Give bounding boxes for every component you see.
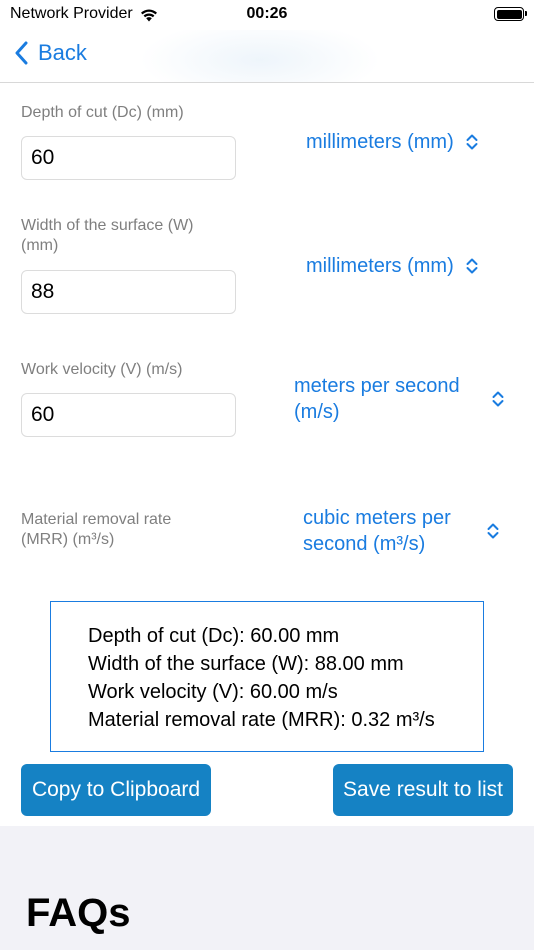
back-label: Back [38, 40, 87, 65]
status-time: 00:26 [246, 5, 288, 22]
back-button[interactable]: Back [14, 40, 87, 66]
chevron-up-down-icon [466, 134, 478, 150]
result-work-velocity: Work velocity (V): 60.00 m/s [88, 681, 338, 703]
mrr-label: Material removal rate (MRR) (m³/s) [21, 511, 172, 548]
navigation-bar: Back [0, 30, 534, 83]
result-mrr: Material removal rate (MRR): 0.32 m³/s [88, 709, 435, 731]
work-velocity-input[interactable] [21, 393, 236, 437]
mrr-unit: cubic meters per second (m³/s) [303, 507, 451, 555]
chevron-up-down-icon [466, 258, 478, 274]
surface-width-label: Width of the surface (W) (mm) [21, 217, 194, 254]
faq-title: FAQs [26, 891, 131, 935]
surface-width-unit: millimeters (mm) [306, 255, 454, 277]
depth-of-cut-unit: millimeters (mm) [306, 131, 454, 153]
result-depth-of-cut: Depth of cut (Dc): 60.00 mm [88, 625, 340, 647]
save-result-button[interactable]: Save result to list [333, 764, 513, 816]
result-surface-width: Width of the surface (W): 88.00 mm [88, 653, 404, 675]
faq-section: FAQs [0, 826, 534, 950]
depth-of-cut-unit-select[interactable]: millimeters (mm) [306, 129, 478, 155]
mrr-unit-select[interactable]: cubic meters per second (m³/s) [303, 505, 499, 557]
battery-icon [494, 7, 527, 21]
work-velocity-unit-select[interactable]: meters per second (m/s) [294, 373, 504, 425]
copy-to-clipboard-button[interactable]: Copy to Clipboard [21, 764, 211, 816]
surface-width-input[interactable] [21, 270, 236, 314]
depth-of-cut-label: Depth of cut (Dc) (mm) [21, 104, 184, 121]
chevron-left-icon [15, 41, 28, 65]
chevron-up-down-icon [492, 391, 504, 407]
result-summary: Depth of cut (Dc): 60.00 mm Width of the… [50, 601, 484, 752]
depth-of-cut-input[interactable] [21, 136, 236, 180]
work-velocity-label: Work velocity (V) (m/s) [21, 361, 183, 378]
status-bar: Network Provider 00:26 [0, 0, 534, 30]
surface-width-unit-select[interactable]: millimeters (mm) [306, 253, 478, 279]
work-velocity-unit: meters per second (m/s) [294, 375, 460, 423]
chevron-up-down-icon [487, 523, 499, 539]
